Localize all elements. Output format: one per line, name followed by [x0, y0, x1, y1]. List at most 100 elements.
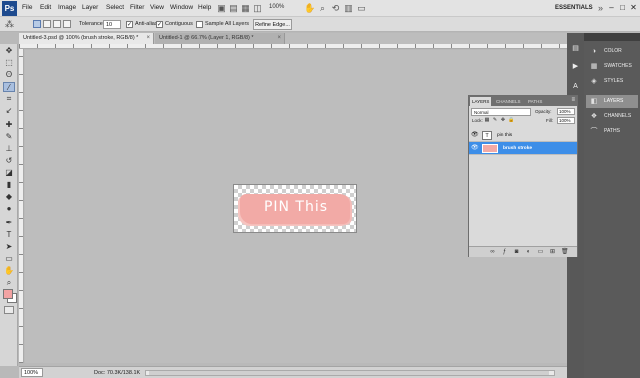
- dock-item-color[interactable]: ◑ COLOR: [586, 45, 638, 58]
- dock-item-paths[interactable]: ⌒ PATHS: [586, 125, 638, 138]
- mini-bridge-icon[interactable]: ▤: [228, 3, 239, 14]
- subtract-from-selection-icon[interactable]: [53, 20, 61, 28]
- layer-name[interactable]: pin this: [497, 133, 512, 138]
- menu-help[interactable]: Help: [198, 4, 211, 11]
- foreground-color-swatch[interactable]: [3, 289, 13, 299]
- document-canvas[interactable]: PIN This: [233, 184, 357, 233]
- anti-alias-label: Anti-alias: [135, 21, 158, 27]
- move-tool-icon[interactable]: ✥: [3, 46, 15, 56]
- layer-mask-icon[interactable]: ◙: [513, 249, 520, 256]
- eyedropper-tool-icon[interactable]: ↙: [3, 106, 15, 116]
- layer-name[interactable]: brush stroke: [503, 146, 532, 151]
- dock-item-styles[interactable]: ◈ STYLES: [586, 75, 638, 88]
- magic-wand-preset-icon[interactable]: ⁂: [4, 19, 15, 30]
- lock-all-icon[interactable]: 🔒: [508, 117, 514, 123]
- tolerance-input[interactable]: 10: [103, 20, 121, 29]
- lasso-tool-icon[interactable]: ʘ: [3, 70, 15, 80]
- type-tool-icon[interactable]: T: [3, 230, 15, 240]
- close-icon[interactable]: ×: [277, 33, 281, 44]
- zoom-level-icon[interactable]: ◫: [252, 3, 263, 14]
- opacity-input[interactable]: 100%: [557, 108, 575, 115]
- shape-tool-icon[interactable]: ▭: [3, 254, 15, 264]
- new-group-icon[interactable]: ▭: [537, 249, 544, 256]
- actions-icon[interactable]: ▶: [570, 61, 581, 72]
- menu-window[interactable]: Window: [170, 4, 193, 11]
- tab-channels[interactable]: CHANNELS: [494, 97, 523, 106]
- dodge-tool-icon[interactable]: ●: [3, 204, 15, 214]
- zoom-tool-icon[interactable]: ⌕: [317, 3, 328, 14]
- tab-paths[interactable]: PATHS: [526, 97, 544, 106]
- dock-item-swatches[interactable]: ▦ SWATCHES: [586, 60, 638, 73]
- tab-untitled-3[interactable]: Untitled-3.psd @ 100% (brush stroke, RGB…: [19, 33, 154, 44]
- add-to-selection-icon[interactable]: [43, 20, 51, 28]
- marquee-tool-icon[interactable]: ⬚: [3, 58, 15, 68]
- gradient-tool-icon[interactable]: ▮: [3, 180, 15, 190]
- chevron-right-icon[interactable]: »: [595, 3, 606, 14]
- healing-brush-tool-icon[interactable]: ✚: [3, 120, 15, 130]
- lock-position-icon[interactable]: ✥: [500, 117, 506, 123]
- new-layer-icon[interactable]: ⊞: [549, 249, 556, 256]
- pen-tool-icon[interactable]: ✒: [3, 218, 15, 228]
- hand-tool-icon[interactable]: ✋: [304, 3, 315, 14]
- layer-row-pin-this[interactable]: 👁 T pin this: [469, 129, 577, 142]
- rotate-view-icon[interactable]: ⟲: [330, 3, 341, 14]
- history-icon[interactable]: ▤: [570, 43, 581, 54]
- menu-image[interactable]: Image: [58, 4, 76, 11]
- refine-edge-button[interactable]: Refine Edge...: [253, 19, 292, 30]
- zoom-tool-icon[interactable]: ⌕: [3, 278, 15, 288]
- horizontal-scrollbar[interactable]: [145, 370, 555, 376]
- menu-layer[interactable]: Layer: [82, 4, 98, 11]
- history-brush-tool-icon[interactable]: ↺: [3, 156, 15, 166]
- panel-menu-icon[interactable]: ≡: [571, 97, 575, 103]
- crop-tool-icon[interactable]: ⌗: [3, 94, 15, 104]
- fill-input[interactable]: 100%: [557, 117, 575, 124]
- delete-layer-icon[interactable]: 🗑: [561, 249, 569, 256]
- layer-row-brush-stroke[interactable]: 👁 brush stroke: [469, 142, 577, 155]
- menu-edit[interactable]: Edit: [40, 4, 51, 11]
- dock-header[interactable]: [584, 33, 640, 41]
- minimize-button[interactable]: –: [606, 2, 617, 14]
- magic-wand-tool-icon[interactable]: ⁄: [3, 82, 15, 92]
- contiguous-checkbox[interactable]: ✓: [156, 21, 163, 28]
- menu-select[interactable]: Select: [106, 4, 124, 11]
- zoom-field[interactable]: 100%: [21, 368, 43, 377]
- path-selection-tool-icon[interactable]: ➤: [3, 242, 15, 252]
- document-size-status[interactable]: Doc: 70.3K/138.1K: [94, 370, 140, 376]
- menu-file[interactable]: File: [22, 4, 32, 11]
- zoom-readout[interactable]: 100%: [269, 4, 284, 10]
- quick-mask-icon[interactable]: [4, 306, 14, 314]
- eye-icon[interactable]: 👁: [471, 145, 479, 152]
- close-button[interactable]: ✕: [628, 2, 639, 14]
- anti-alias-checkbox[interactable]: ✓: [126, 21, 133, 28]
- screen-mode-icon[interactable]: ▭: [356, 3, 367, 14]
- dock-item-layers[interactable]: ◧ LAYERS: [586, 95, 638, 108]
- menu-filter[interactable]: Filter: [130, 4, 144, 11]
- eye-icon[interactable]: 👁: [471, 132, 479, 139]
- view-extras-icon[interactable]: ▦: [240, 3, 251, 14]
- link-layers-icon[interactable]: ∞: [489, 249, 496, 256]
- blur-tool-icon[interactable]: ◆: [3, 192, 15, 202]
- blend-mode-select[interactable]: Normal: [471, 108, 531, 116]
- eraser-tool-icon[interactable]: ◪: [3, 168, 15, 178]
- character-icon[interactable]: A: [570, 81, 581, 92]
- brush-tool-icon[interactable]: ✎: [3, 132, 15, 142]
- maximize-button[interactable]: □: [617, 2, 628, 14]
- lock-image-icon[interactable]: ✎: [492, 117, 498, 123]
- scrollbar-thumb[interactable]: [149, 371, 549, 375]
- dock-item-channels[interactable]: ❖ CHANNELS: [586, 110, 638, 123]
- adjustment-layer-icon[interactable]: ◐: [525, 249, 532, 256]
- hand-tool-icon[interactable]: ✋: [3, 266, 15, 276]
- menu-view[interactable]: View: [150, 4, 164, 11]
- clone-stamp-tool-icon[interactable]: ⊥: [3, 144, 15, 154]
- layer-style-icon[interactable]: ƒ: [501, 249, 508, 256]
- workspace-switcher[interactable]: ESSENTIALS: [553, 3, 596, 14]
- tab-untitled-1[interactable]: Untitled-1 @ 66.7% (Layer 1, RGB/8) * ×: [155, 33, 285, 44]
- sample-all-layers-checkbox[interactable]: [196, 21, 203, 28]
- bridge-icon[interactable]: ▣: [216, 3, 227, 14]
- new-selection-icon[interactable]: [33, 20, 41, 28]
- lock-transparent-icon[interactable]: ▦: [484, 117, 490, 123]
- arrange-documents-icon[interactable]: ▥: [343, 3, 354, 14]
- close-icon[interactable]: ×: [146, 33, 150, 44]
- tab-layers[interactable]: LAYERS: [470, 97, 492, 106]
- intersect-selection-icon[interactable]: [63, 20, 71, 28]
